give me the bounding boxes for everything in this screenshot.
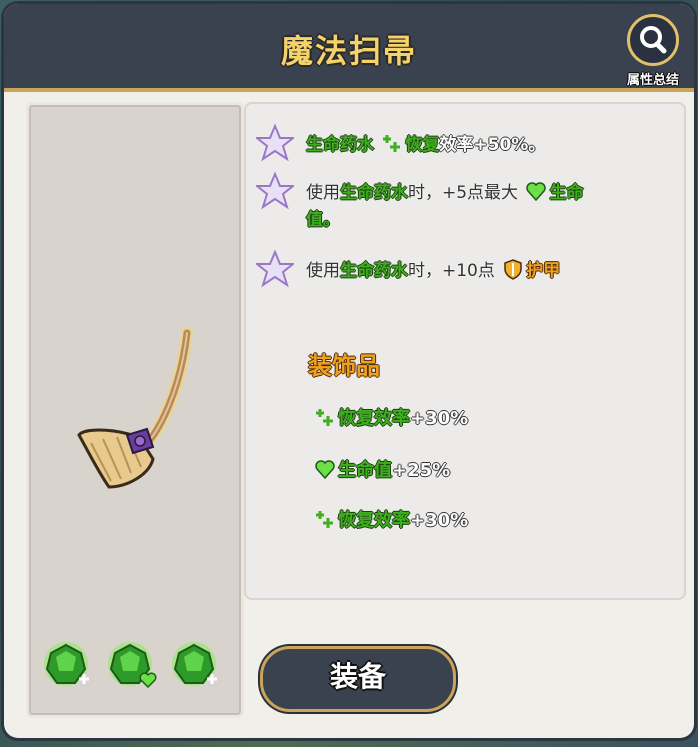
gem-slots <box>43 641 233 697</box>
decoration-item: 生命值+25% <box>312 458 450 483</box>
recovery-icon <box>316 511 333 528</box>
effect-text: 使用生命药水时，+10点 护甲 <box>306 258 560 285</box>
effect-text: 生命药水 恢复效率+50%。 <box>306 132 545 159</box>
star-icon <box>256 172 294 210</box>
item-portrait-frame <box>26 102 244 718</box>
star-icon <box>256 250 294 288</box>
decoration-item: 恢复效率+30% <box>312 406 468 431</box>
attribute-summary-label: 属性总结 <box>626 73 679 88</box>
green-gem-recovery-icon[interactable] <box>43 641 93 691</box>
green-gem-recovery-icon[interactable] <box>171 641 221 691</box>
page-title: 魔法扫帚 <box>280 32 417 70</box>
recovery-icon <box>316 409 333 426</box>
item-detail-panel: 魔法扫帚 属性总结 生命药水 恢复效率+50%。 使用生命药水时，+5点最大 生… <box>4 4 694 738</box>
header-bar: 魔法扫帚 属性总结 <box>4 4 694 92</box>
effect-text: 使用生命药水时，+5点最大 生命 值。 <box>306 180 606 234</box>
recovery-icon <box>383 135 401 152</box>
effects-panel: 生命药水 恢复效率+50%。 使用生命药水时，+5点最大 生命 值。 使用生命药水… <box>244 102 686 600</box>
decorations-title: 装饰品 <box>308 352 380 380</box>
shield-icon <box>504 259 523 280</box>
equip-button[interactable]: 装备 <box>260 646 456 712</box>
star-icon <box>256 124 294 162</box>
broom-icon <box>77 327 193 489</box>
heart-icon <box>526 182 547 202</box>
green-gem-health-icon[interactable] <box>107 641 157 691</box>
heart-icon <box>315 460 335 480</box>
attribute-summary-button[interactable]: 属性总结 <box>620 14 686 88</box>
magnifier-icon <box>627 14 679 66</box>
decoration-item: 恢复效率+30% <box>312 508 468 533</box>
